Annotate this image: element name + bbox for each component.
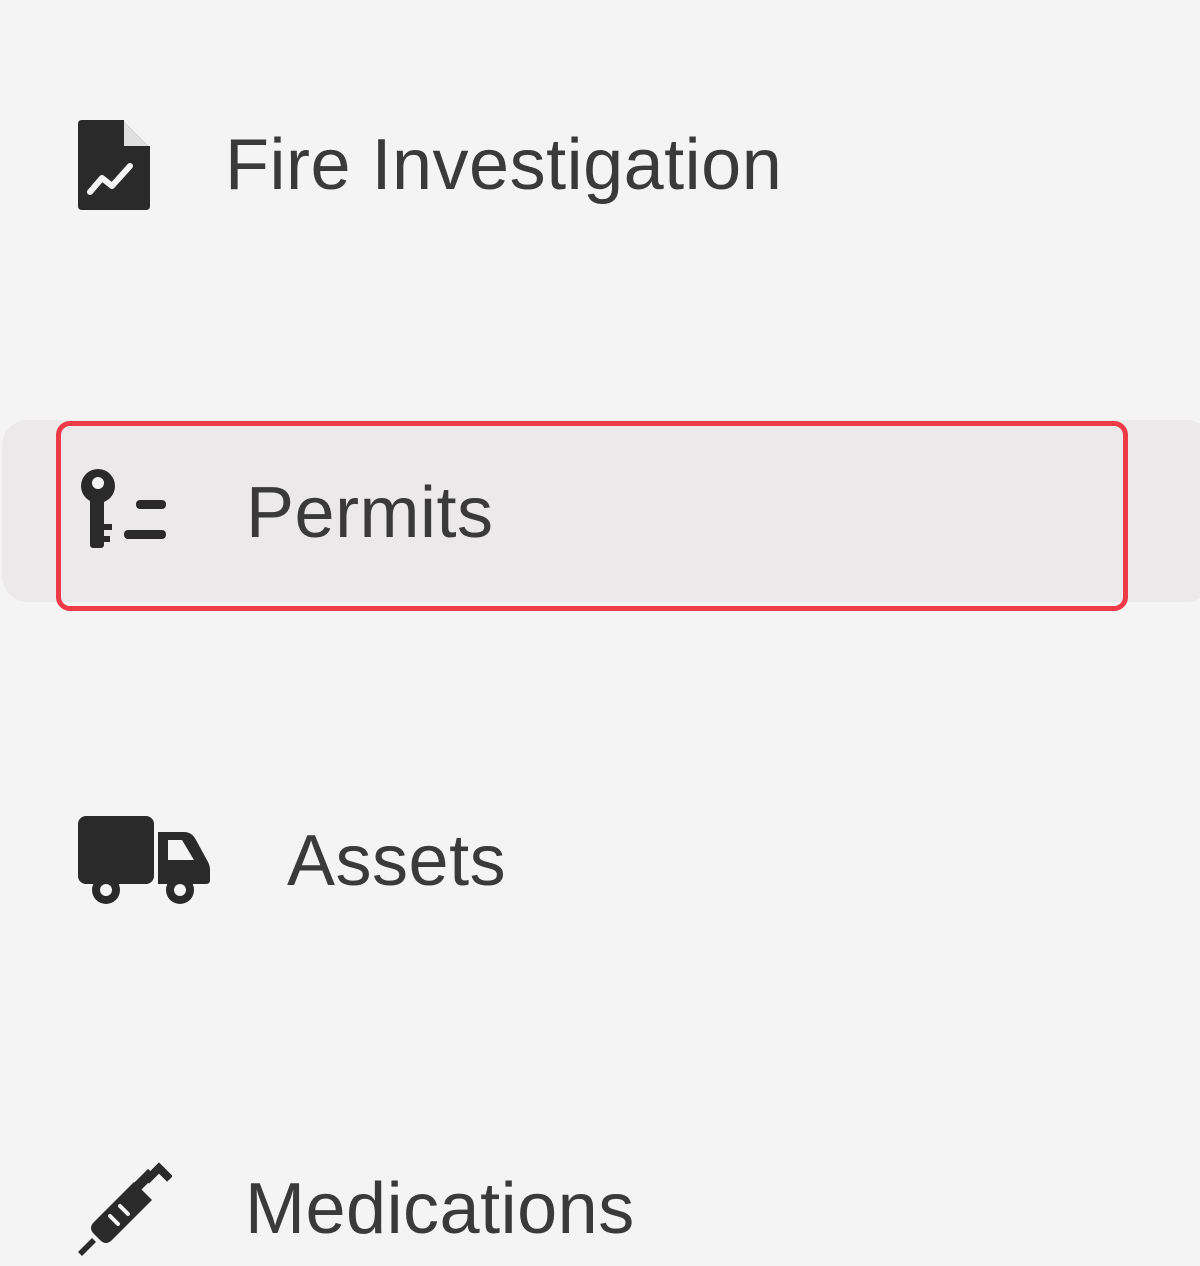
sidebar-item-label: Medications	[245, 1169, 635, 1249]
sidebar-item-label: Permits	[246, 473, 494, 553]
sidebar-item-label: Fire Investigation	[225, 125, 783, 205]
truck-icon	[76, 814, 212, 913]
sidebar-item-assets[interactable]: Assets	[0, 774, 1200, 954]
sidebar-nav: Fire Investigation Permits Assets Medica…	[0, 0, 1200, 1266]
sidebar-item-permits[interactable]: Permits	[0, 424, 1200, 604]
sidebar-item-medications[interactable]: Medications	[0, 1122, 1200, 1266]
key-list-icon	[78, 468, 170, 557]
file-chart-icon	[76, 118, 152, 217]
syringe-icon	[76, 1160, 173, 1261]
sidebar-item-label: Assets	[287, 821, 507, 901]
sidebar-item-fire-investigation[interactable]: Fire Investigation	[0, 78, 1200, 258]
